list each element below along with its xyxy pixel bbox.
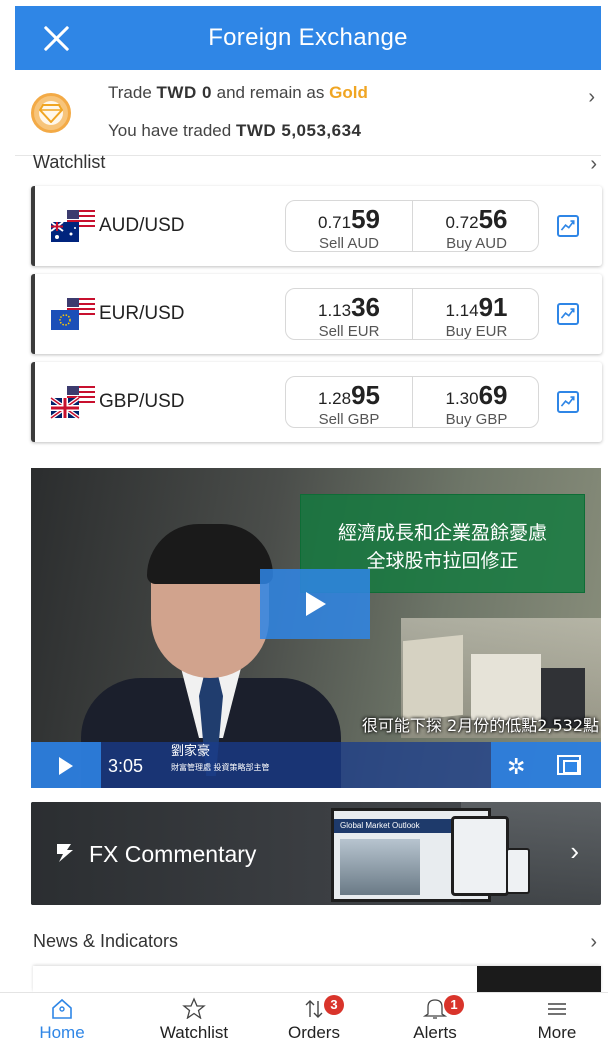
quote-box: 1.2895 Sell GBP 1.3069 Buy GBP (285, 376, 539, 428)
chevron-right-icon: › (570, 836, 579, 866)
gold-tier-banner[interactable]: Trade TWD 0 and remain as Gold You have … (15, 70, 601, 156)
tab-label: Orders (288, 1023, 340, 1041)
buy-price-pips: 69 (478, 380, 508, 410)
buy-price-pips: 56 (478, 204, 508, 234)
bank-logo-icon (57, 844, 73, 862)
news-indicators-header[interactable]: News & Indicators › (33, 931, 601, 955)
buy-label: Buy AUD (446, 235, 507, 252)
chart-icon[interactable] (557, 303, 579, 325)
buy-price-prefix: 1.14 (445, 301, 479, 320)
star-icon (182, 997, 206, 1019)
presenter-lower-third: 劉家豪 財富管理處 投資策略部主管 (171, 744, 270, 776)
tab-alerts[interactable]: 1 Alerts (375, 993, 495, 1041)
orders-badge: 3 (324, 995, 344, 1015)
currency-pair-row[interactable]: GBP/USD 1.2895 Sell GBP 1.3069 Buy GBP (31, 362, 602, 442)
presenter-name: 劉家豪 (171, 744, 211, 759)
phone-illustration (506, 848, 530, 894)
chevron-right-icon: › (588, 86, 595, 108)
tab-watchlist[interactable]: Watchlist (134, 993, 254, 1041)
alerts-badge: 1 (444, 995, 464, 1015)
buy-button[interactable]: 1.1491 Buy EUR (413, 289, 540, 340)
traded-amount-text: You have traded TWD 5,053,634 (108, 121, 362, 140)
currency-pair-row[interactable]: AUD/USD 0.7159 Sell AUD 0.7256 Buy AUD (31, 186, 602, 266)
tab-label: Home (39, 1023, 85, 1041)
buy-button[interactable]: 0.7256 Buy AUD (413, 201, 540, 252)
menu-icon (548, 1003, 566, 1015)
tab-orders[interactable]: 3 Orders (254, 993, 374, 1041)
buy-label: Buy EUR (445, 323, 508, 340)
tab-label: Watchlist (159, 1023, 229, 1041)
play-button[interactable] (31, 742, 101, 788)
quote-box: 1.1336 Sell EUR 1.1491 Buy EUR (285, 288, 539, 340)
tab-label: More (537, 1023, 577, 1041)
sell-price-prefix: 1.13 (317, 301, 352, 320)
sell-button[interactable]: 1.2895 Sell GBP (286, 377, 413, 428)
pair-name: EUR/USD (99, 303, 185, 324)
eur-usd-flags-icon (51, 298, 95, 330)
news-title: News & Indicators (33, 931, 179, 951)
buy-label: Buy GBP (445, 411, 508, 428)
buy-button[interactable]: 1.3069 Buy GBP (413, 377, 540, 428)
presenter-role: 財富管理處 投資策略部主管 (171, 763, 270, 772)
bell-icon (422, 999, 448, 1019)
fx-commentary-banner[interactable]: Global Market Outlook FX Commentary › (31, 802, 601, 905)
watchlist-title: Watchlist (33, 152, 106, 172)
sell-label: Sell EUR (318, 323, 380, 340)
news-card[interactable] (33, 966, 601, 992)
tier-requirement-text: Trade TWD 0 and remain as Gold (108, 83, 368, 102)
video-duration: 3:05 (108, 756, 144, 776)
sell-price-prefix: 0.71 (317, 213, 352, 232)
home-icon (52, 998, 72, 1019)
tab-more[interactable]: More (497, 993, 608, 1041)
buy-price-prefix: 0.72 (445, 213, 479, 232)
sell-label: Sell GBP (318, 411, 380, 428)
bottom-tab-bar: Home Watchlist 3 Orders 1 Alerts More (0, 992, 608, 1041)
sell-button[interactable]: 0.7159 Sell AUD (286, 201, 413, 252)
chart-icon[interactable] (557, 391, 579, 413)
page-title: Foreign Exchange (208, 24, 408, 51)
watchlist-header[interactable]: Watchlist › (33, 152, 601, 178)
chevron-right-icon: › (590, 153, 597, 175)
sell-price-pips: 95 (351, 380, 380, 410)
tab-label: Alerts (413, 1023, 457, 1041)
orders-icon (305, 1000, 323, 1018)
pair-name: AUD/USD (99, 215, 185, 236)
app-header: Foreign Exchange (15, 6, 601, 70)
buy-price-prefix: 1.30 (445, 389, 479, 408)
video-player[interactable]: 經濟成長和企業盈餘憂慮 全球股市拉回修正 很可能下探 2月份的低點2,532點 … (31, 468, 601, 788)
sell-price-pips: 36 (351, 292, 380, 322)
quote-box: 0.7159 Sell AUD 0.7256 Buy AUD (285, 200, 539, 252)
pair-name: GBP/USD (99, 391, 185, 412)
chevron-right-icon: › (590, 931, 597, 953)
caption-line: 經濟成長和企業盈餘憂慮 (337, 522, 547, 544)
chart-icon[interactable] (557, 215, 579, 237)
gbp-usd-flags-icon (49, 386, 95, 420)
diamond-icon (31, 93, 71, 133)
buy-price-pips: 91 (478, 292, 508, 322)
fx-commentary-label: FX Commentary (89, 841, 257, 867)
currency-pair-row[interactable]: EUR/USD 1.1336 Sell EUR 1.1491 Buy EUR (31, 274, 602, 354)
tab-home[interactable]: Home (2, 993, 122, 1041)
video-controls: 3:05 劉家豪 財富管理處 投資策略部主管 ✲ (31, 742, 601, 788)
sell-price-pips: 59 (351, 204, 380, 234)
tablet-illustration (451, 816, 509, 896)
play-icon[interactable] (260, 569, 370, 639)
aud-usd-flags-icon (50, 210, 95, 242)
gear-icon[interactable]: ✲ (507, 754, 525, 780)
fullscreen-icon[interactable] (557, 755, 581, 775)
sell-button[interactable]: 1.1336 Sell EUR (286, 289, 413, 340)
video-subtitle: 很可能下探 2月份的低點2,532點 (361, 716, 599, 735)
tier-name: Gold (329, 83, 368, 102)
news-thumbnail (477, 966, 601, 992)
sell-label: Sell AUD (318, 235, 380, 252)
sell-price-prefix: 1.28 (317, 389, 352, 408)
